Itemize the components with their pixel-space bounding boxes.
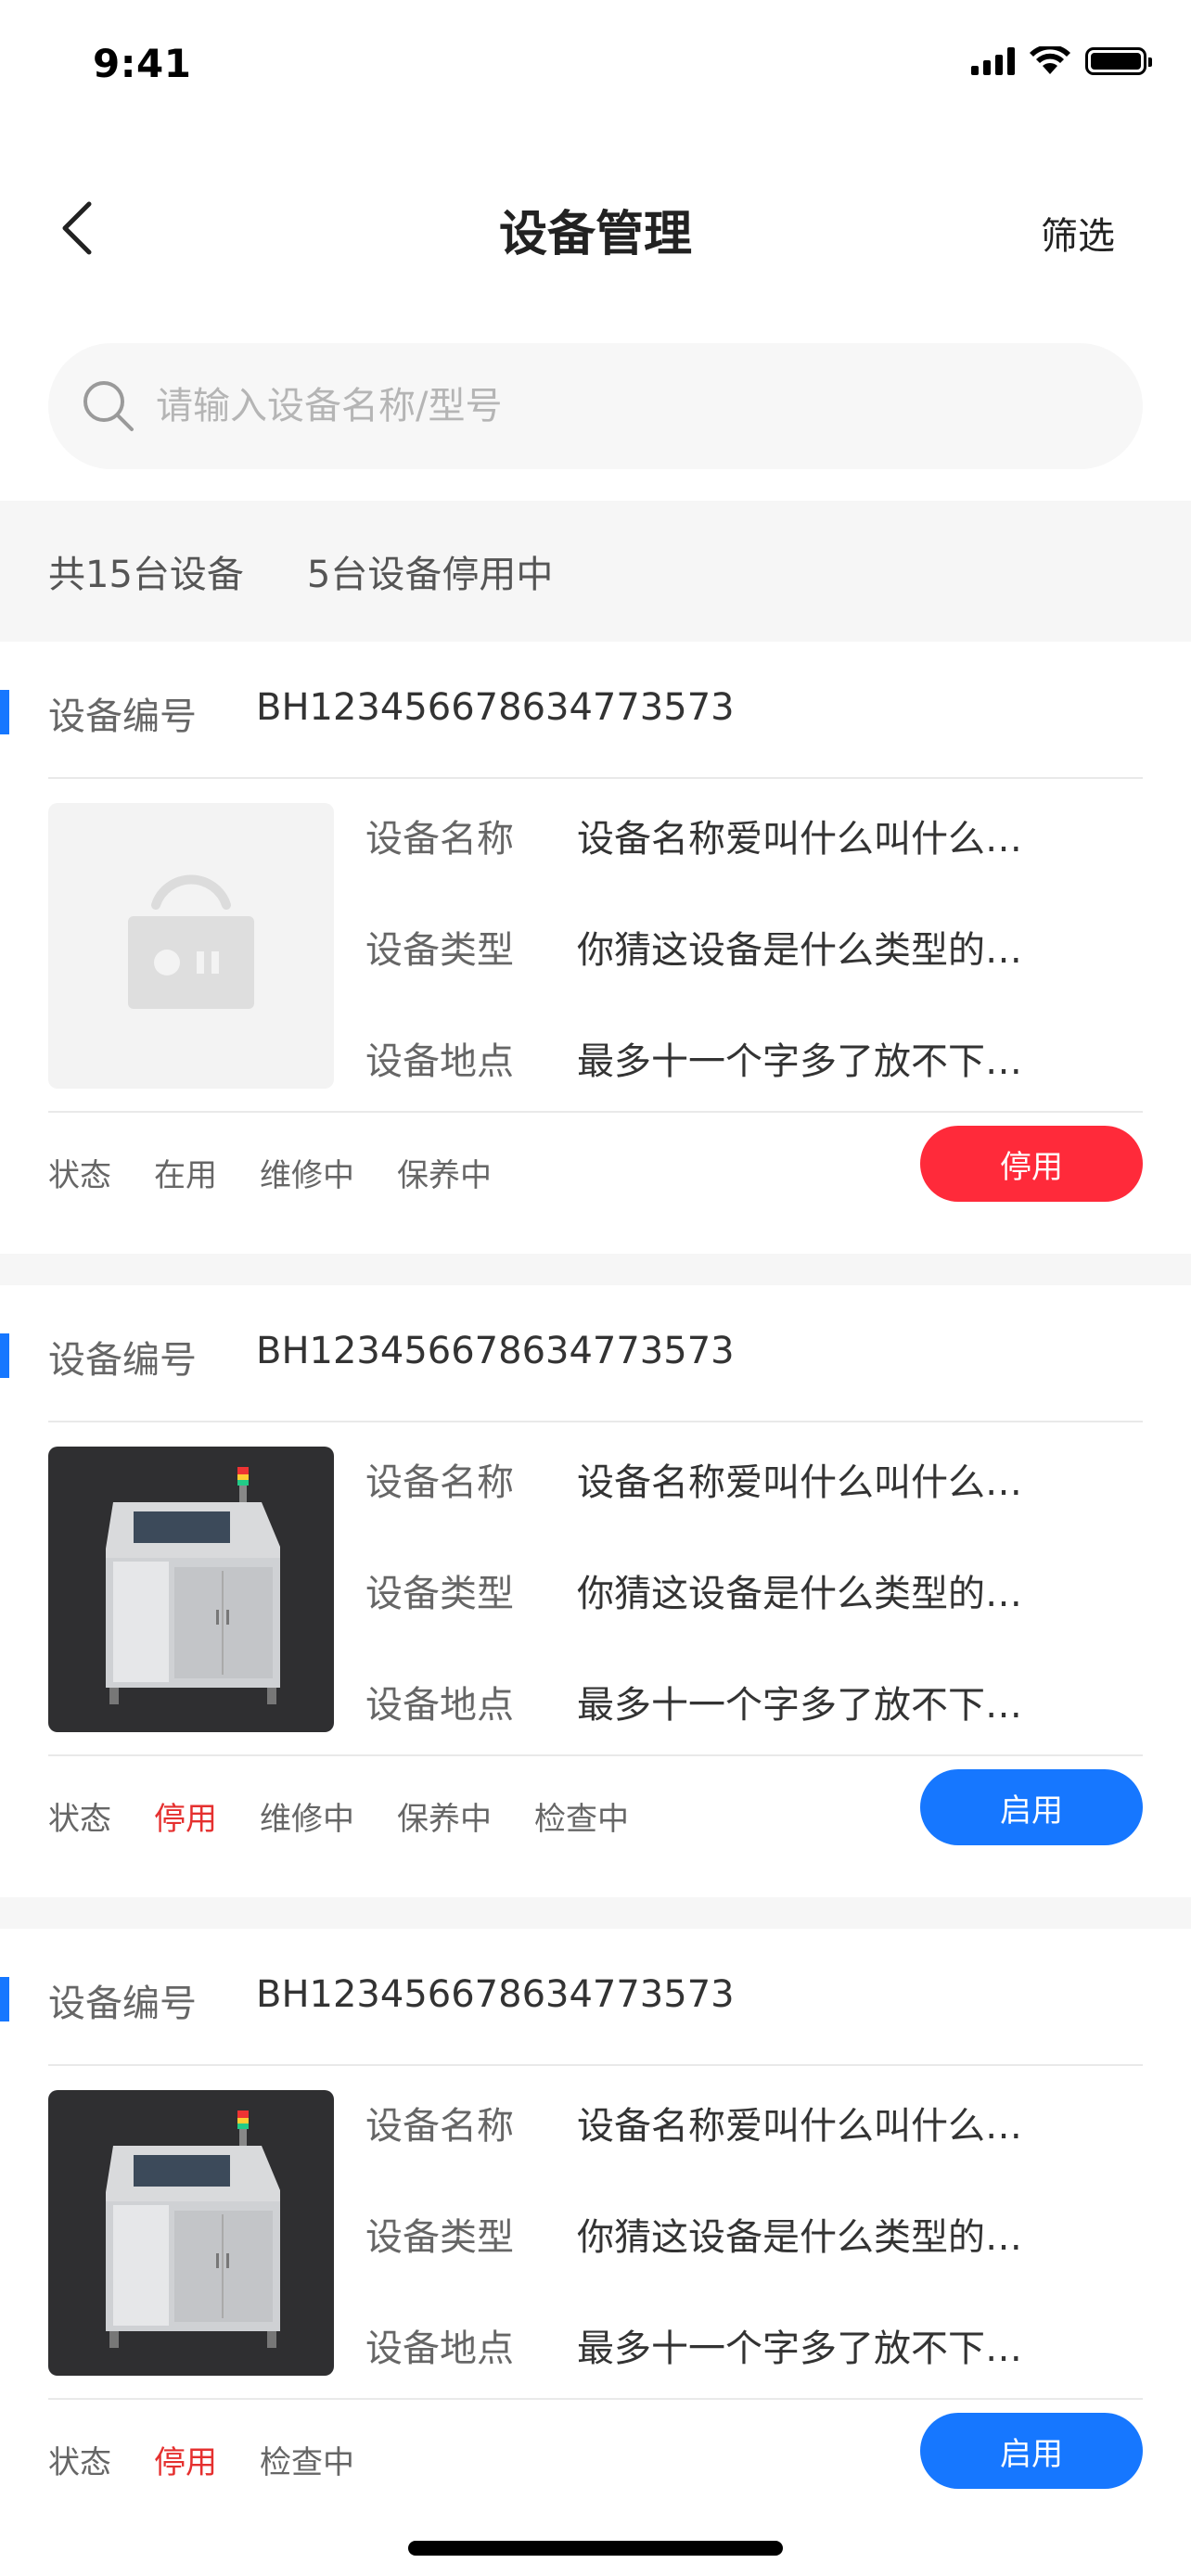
device-location: 最多十一个字多了放不下… xyxy=(577,1040,1022,1083)
status-label: 状态 xyxy=(48,2444,111,2481)
card-accent-bar xyxy=(0,690,9,734)
device-type-row: 设备类型 你猜这设备是什么类型的… xyxy=(365,2207,1022,2261)
status-tag-disabled: 停用 xyxy=(154,1801,217,1838)
disable-button[interactable]: 停用 xyxy=(920,1126,1143,1202)
status-tag: 检查中 xyxy=(260,2444,354,2481)
device-type: 你猜这设备是什么类型的… xyxy=(577,2216,1022,2259)
divider xyxy=(48,1111,1143,1113)
total-count: 共15台设备 xyxy=(48,554,244,596)
machine-image xyxy=(106,2111,280,2348)
device-location-row: 设备地点 最多十一个字多了放不下… xyxy=(365,1675,1022,1728)
status-line: 状态 停用 检查中 xyxy=(48,2437,397,2482)
name-label: 设备名称 xyxy=(365,1461,514,1504)
type-label: 设备类型 xyxy=(365,1573,514,1615)
name-label: 设备名称 xyxy=(365,2105,514,2148)
machine-image xyxy=(106,1467,280,1704)
status-tag: 维修中 xyxy=(260,1801,354,1838)
cellular-signal-icon xyxy=(971,47,1015,75)
nav-bar: 设备管理 筛选 xyxy=(0,167,1191,287)
enable-button[interactable]: 启用 xyxy=(920,1769,1143,1845)
device-placeholder-icon xyxy=(128,874,254,1009)
card-accent-bar xyxy=(0,1333,9,1378)
device-image-placeholder xyxy=(48,803,334,1089)
card-separator xyxy=(0,1897,1191,1929)
device-name-row: 设备名称 设备名称爱叫什么叫什么… xyxy=(365,1452,1022,1506)
divider xyxy=(48,2064,1143,2066)
status-tag: 维修中 xyxy=(260,1157,354,1194)
divider xyxy=(48,2398,1143,2400)
disabled-count: 5台设备停用中 xyxy=(306,554,554,596)
status-time: 9:41 xyxy=(93,41,192,86)
device-location-row: 设备地点 最多十一个字多了放不下… xyxy=(365,2318,1022,2372)
status-tag: 保养中 xyxy=(397,1801,492,1838)
device-type-row: 设备类型 你猜这设备是什么类型的… xyxy=(365,920,1022,974)
name-label: 设备名称 xyxy=(365,818,514,861)
device-type: 你猜这设备是什么类型的… xyxy=(577,929,1022,972)
type-label: 设备类型 xyxy=(365,929,514,972)
device-type-row: 设备类型 你猜这设备是什么类型的… xyxy=(365,1563,1022,1617)
device-no-value: BH123456678634773573 xyxy=(256,686,735,729)
page-title: 设备管理 xyxy=(498,207,692,262)
device-summary: 共15台设备 5台设备停用中 xyxy=(0,501,1191,642)
divider xyxy=(48,1421,1143,1422)
status-label: 状态 xyxy=(48,1801,111,1838)
status-tag-disabled: 停用 xyxy=(154,2444,217,2481)
device-card[interactable]: 设备编号 BH123456678634773573 设备名称 设备名称爱叫什么叫什… xyxy=(0,1929,1191,2541)
wifi-icon xyxy=(1030,46,1070,74)
status-tag: 检查中 xyxy=(534,1801,629,1838)
type-label: 设备类型 xyxy=(365,2216,514,2259)
device-name-row: 设备名称 设备名称爱叫什么叫什么… xyxy=(365,2096,1022,2149)
status-icons xyxy=(971,46,1152,76)
device-name: 设备名称爱叫什么叫什么… xyxy=(577,818,1022,861)
device-no-label: 设备编号 xyxy=(48,1983,197,2025)
location-label: 设备地点 xyxy=(365,1040,514,1083)
location-label: 设备地点 xyxy=(365,1684,514,1727)
device-card[interactable]: 设备编号 BH123456678634773573 设备名称 设备名称爱叫什么叫什… xyxy=(0,642,1191,1254)
device-name: 设备名称爱叫什么叫什么… xyxy=(577,2105,1022,2148)
search-bar[interactable] xyxy=(48,343,1143,469)
device-no-value: BH123456678634773573 xyxy=(256,1330,735,1372)
filter-button[interactable]: 筛选 xyxy=(1041,206,1115,260)
device-type: 你猜这设备是什么类型的… xyxy=(577,1573,1022,1615)
status-bar: 9:41 xyxy=(0,0,1191,130)
device-no-label: 设备编号 xyxy=(48,695,197,738)
device-card[interactable]: 设备编号 BH123456678634773573 设备名称 设备名称爱叫什么叫什… xyxy=(0,1285,1191,1897)
home-indicator[interactable] xyxy=(408,2541,783,2556)
status-label: 状态 xyxy=(48,1157,111,1194)
device-location: 最多十一个字多了放不下… xyxy=(577,1684,1022,1727)
status-tag: 保养中 xyxy=(397,1157,492,1194)
device-no-label: 设备编号 xyxy=(48,1339,197,1382)
device-photo xyxy=(48,2090,334,2376)
device-location: 最多十一个字多了放不下… xyxy=(577,2327,1022,2370)
search-icon xyxy=(83,381,134,431)
device-name: 设备名称爱叫什么叫什么… xyxy=(577,1461,1022,1504)
status-line: 状态 停用 维修中 保养中 检查中 xyxy=(48,1793,672,1839)
device-no-value: BH123456678634773573 xyxy=(256,1973,735,2016)
enable-button[interactable]: 启用 xyxy=(920,2413,1143,2489)
card-accent-bar xyxy=(0,1977,9,2021)
location-label: 设备地点 xyxy=(365,2327,514,2370)
status-tag: 在用 xyxy=(154,1157,217,1194)
divider xyxy=(48,777,1143,779)
status-line: 状态 在用 维修中 保养中 xyxy=(48,1150,534,1195)
device-photo xyxy=(48,1447,334,1732)
device-name-row: 设备名称 设备名称爱叫什么叫什么… xyxy=(365,809,1022,862)
card-separator xyxy=(0,1254,1191,1285)
search-input[interactable] xyxy=(156,385,1083,427)
divider xyxy=(48,1754,1143,1756)
device-location-row: 设备地点 最多十一个字多了放不下… xyxy=(365,1031,1022,1085)
battery-icon xyxy=(1085,47,1152,75)
